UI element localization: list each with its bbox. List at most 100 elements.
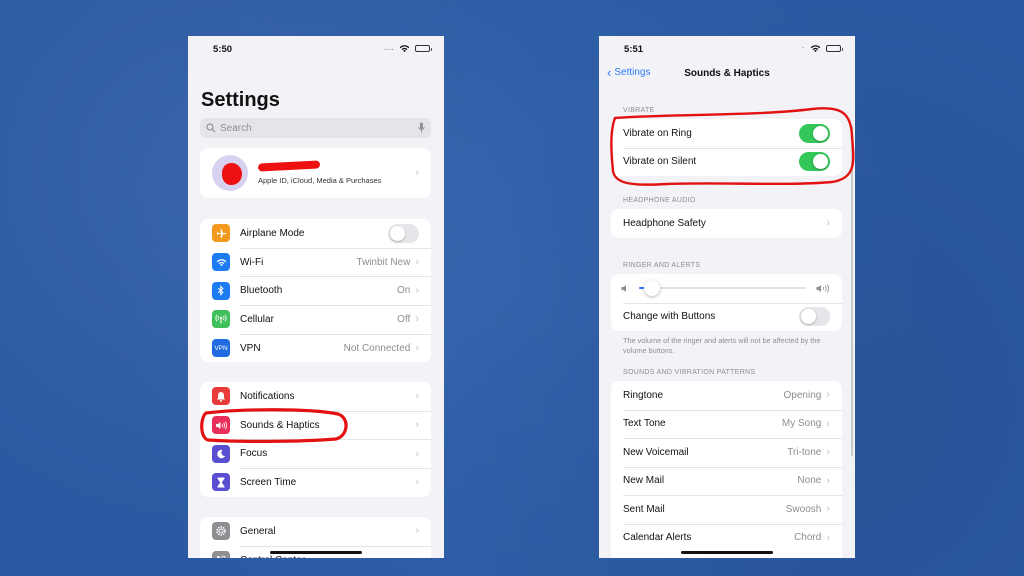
cellular-icon — [212, 310, 230, 329]
new-mail-row[interactable]: New Mail None › — [611, 466, 842, 496]
new-voicemail-row[interactable]: New Voicemail Tri-tone › — [611, 438, 842, 467]
battery-icon — [415, 45, 432, 52]
ringer-alerts-group: Change with Buttons — [611, 274, 842, 331]
row-value: Tri-tone — [787, 446, 822, 458]
wifi-icon — [212, 253, 230, 272]
connectivity-group: Airplane Mode Wi-Fi Twinbit New › Blueto… — [200, 219, 431, 363]
vpn-icon: VPN — [212, 339, 230, 358]
search-icon — [206, 123, 216, 133]
row-value: Swoosh — [785, 503, 822, 515]
row-label: Notifications — [240, 390, 295, 402]
chevron-right-icon: › — [415, 167, 419, 179]
microphone-icon[interactable] — [418, 122, 425, 134]
redaction-mark — [222, 163, 242, 185]
chevron-right-icon: › — [826, 474, 830, 487]
ringer-volume-row — [611, 274, 842, 303]
battery-icon — [826, 45, 843, 52]
row-label: New Mail — [623, 475, 665, 487]
slider-thumb[interactable] — [644, 280, 661, 297]
redacted-name — [257, 159, 321, 172]
hourglass-icon — [212, 473, 230, 492]
ringer-footer-note: The volume of the ringer and alerts will… — [623, 336, 821, 355]
page-title: Sounds & Haptics — [684, 68, 770, 79]
row-value: None — [797, 475, 822, 487]
chevron-right-icon: › — [826, 503, 830, 516]
row-label: Text Tone — [623, 418, 666, 430]
home-indicator[interactable] — [681, 551, 773, 554]
settings-row-cellular[interactable]: Cellular Off › — [200, 305, 431, 334]
section-header-headphone-audio: HEADPHONE AUDIO — [623, 197, 696, 204]
annotation-circle — [610, 107, 855, 186]
chevron-right-icon: › — [415, 554, 419, 558]
chevron-right-icon: › — [415, 476, 419, 489]
settings-screen: 5:50 .... Settings Search Apple ID, iClo… — [188, 36, 444, 558]
apple-id-profile[interactable]: Apple ID, iCloud, Media & Purchases › — [200, 148, 431, 198]
page-title: Settings — [201, 89, 280, 111]
control-center-icon — [212, 551, 230, 558]
signal-icon: · — [802, 45, 805, 52]
wifi-status-icon — [810, 45, 821, 53]
chevron-right-icon: › — [415, 284, 419, 297]
search-placeholder: Search — [220, 122, 252, 134]
settings-row-general[interactable]: General › — [200, 517, 431, 546]
settings-row-vpn[interactable]: VPN VPN Not Connected › — [200, 333, 431, 363]
row-value: Chord — [794, 532, 822, 544]
sounds-patterns-group: Ringtone Opening › Text Tone My Song › N… — [611, 381, 842, 558]
settings-row-bluetooth[interactable]: Bluetooth On › — [200, 276, 431, 305]
bluetooth-icon — [212, 281, 230, 300]
signal-icon: .... — [384, 45, 394, 52]
change-with-buttons-toggle[interactable] — [799, 307, 830, 327]
volume-max-icon — [816, 284, 830, 293]
row-label: Ringtone — [623, 389, 664, 401]
avatar — [212, 155, 248, 191]
row-value: Off — [397, 313, 411, 325]
calendar-alerts-row[interactable]: Calendar Alerts Chord › — [611, 523, 842, 553]
chevron-right-icon: › — [826, 217, 830, 230]
row-label: Sent Mail — [623, 503, 665, 515]
airplane-icon — [212, 224, 230, 243]
row-label: New Voicemail — [623, 446, 689, 458]
airplane-mode-toggle[interactable] — [388, 223, 419, 243]
settings-row-screen-time[interactable]: Screen Time › — [200, 468, 431, 497]
settings-row-airplane-mode: Airplane Mode — [200, 219, 431, 248]
row-label: Change with Buttons — [623, 311, 716, 323]
home-indicator[interactable] — [270, 551, 362, 554]
settings-row-wifi[interactable]: Wi-Fi Twinbit New › — [200, 247, 431, 277]
wifi-status-icon — [399, 45, 410, 53]
row-label: Bluetooth — [240, 285, 283, 297]
row-label: Headphone Safety — [623, 217, 706, 229]
gear-icon — [212, 522, 230, 541]
row-label: Screen Time — [240, 476, 297, 488]
row-value: On — [396, 285, 411, 297]
chevron-right-icon: › — [415, 390, 419, 403]
chevron-right-icon: › — [826, 417, 830, 430]
sounds-haptics-screen: 5:51 · ‹ Settings Sounds & Haptics VIBRA… — [599, 36, 855, 558]
status-time: 5:51 — [624, 44, 644, 55]
status-bar: 5:51 · — [599, 36, 855, 62]
chevron-right-icon: › — [415, 525, 419, 538]
profile-subtitle: Apple ID, iCloud, Media & Purchases — [258, 175, 382, 185]
search-input[interactable]: Search — [200, 118, 431, 138]
chevron-right-icon: › — [826, 446, 830, 459]
row-label: VPN — [240, 342, 261, 354]
headphone-audio-group: Headphone Safety › — [611, 209, 842, 238]
chevron-right-icon: › — [415, 419, 419, 432]
text-tone-row[interactable]: Text Tone My Song › — [611, 409, 842, 439]
change-with-buttons-row: Change with Buttons — [611, 302, 842, 332]
row-value: My Song — [781, 418, 822, 430]
row-label: Cellular — [240, 313, 274, 325]
headphone-safety-row[interactable]: Headphone Safety › — [611, 209, 842, 238]
row-label: Calendar Alerts — [623, 532, 692, 544]
row-label: Wi-Fi — [240, 256, 264, 268]
annotation-circle — [200, 408, 348, 443]
sent-mail-row[interactable]: Sent Mail Swoosh › — [611, 495, 842, 524]
row-label: Focus — [240, 448, 268, 460]
ringtone-row[interactable]: Ringtone Opening › — [611, 381, 842, 410]
ringer-volume-slider[interactable] — [639, 280, 806, 297]
row-value: Not Connected — [343, 342, 411, 354]
row-label: General — [240, 525, 276, 537]
row-value: Opening — [783, 389, 822, 401]
notification-bell-icon — [212, 387, 230, 406]
navigation-bar: ‹ Settings Sounds & Haptics — [599, 62, 855, 86]
row-value: Twinbit New — [356, 256, 411, 268]
